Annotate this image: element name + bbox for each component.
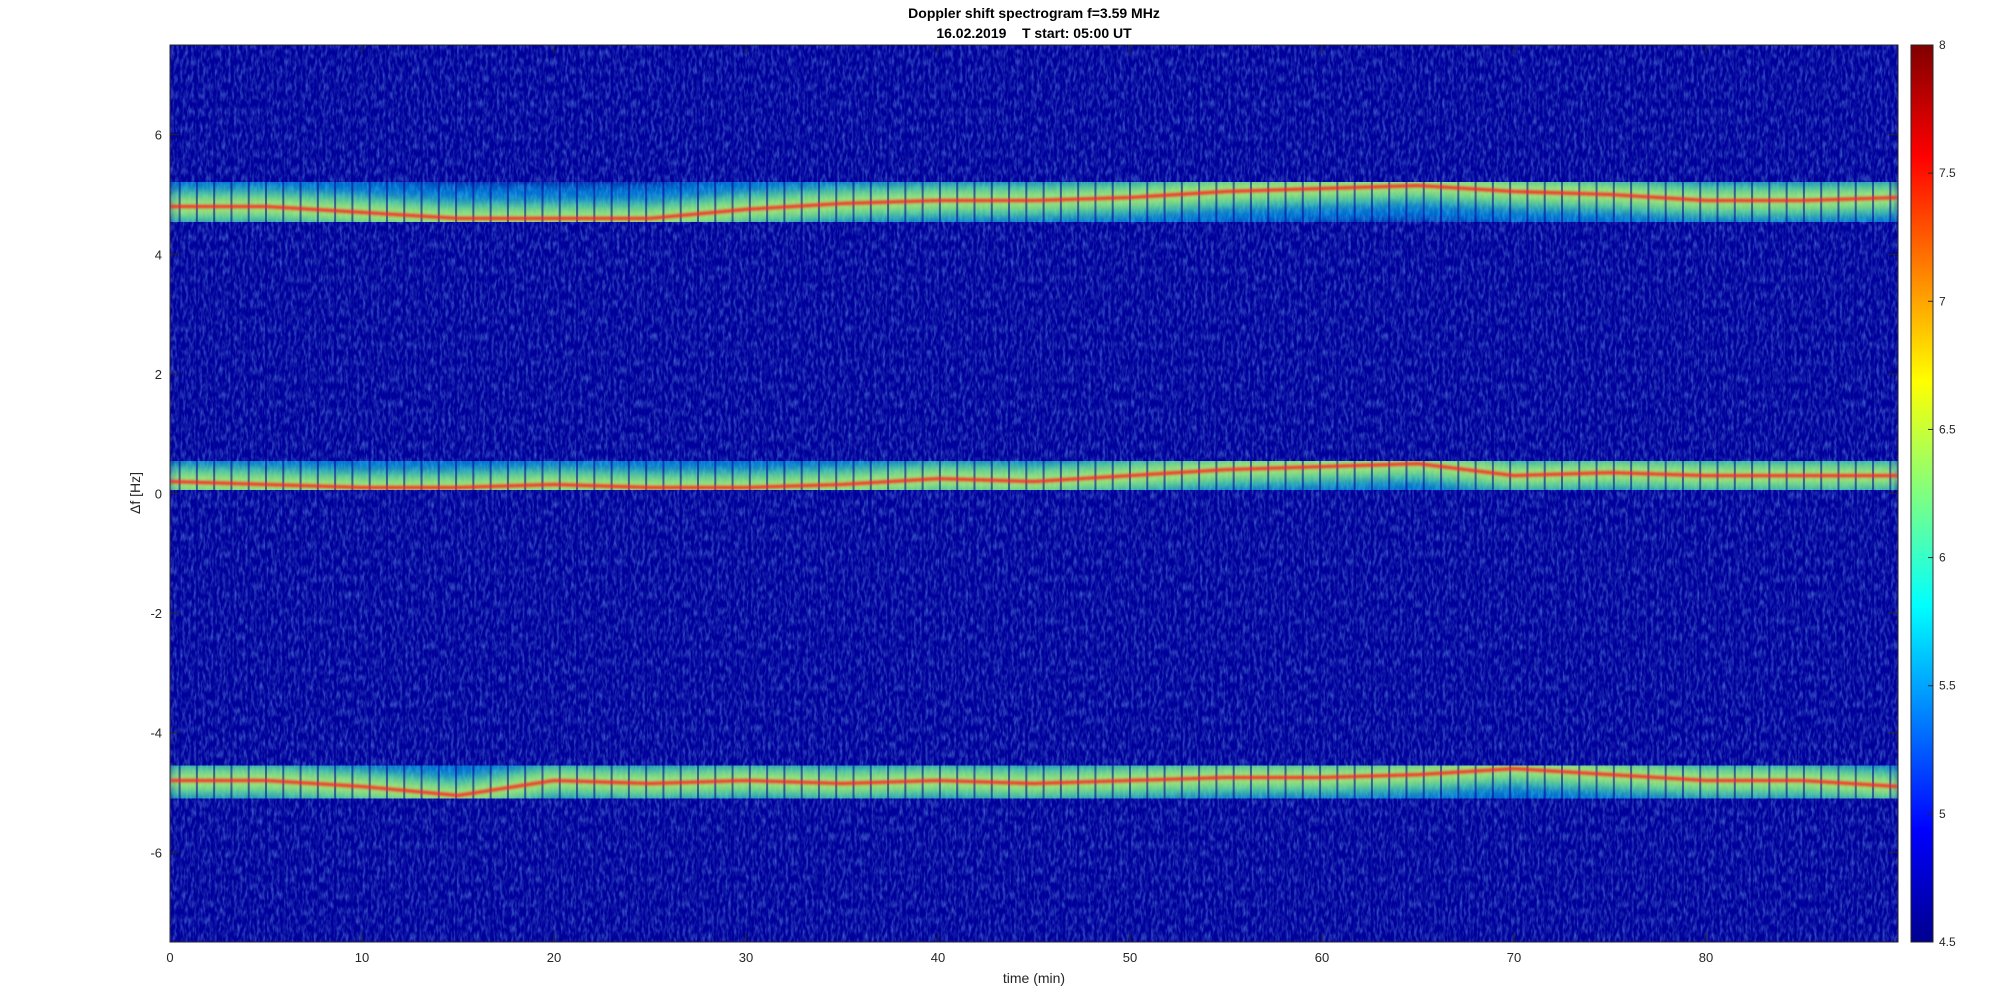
y-axis-label: Δf [Hz] [127, 472, 143, 514]
x-tick-label: 20 [547, 950, 561, 965]
colorbar-tick-label: 5 [1939, 807, 1946, 821]
plot-area [170, 45, 1898, 942]
chart-title: Doppler shift spectrogram f=3.59 MHz [908, 5, 1160, 21]
y-tick-label: 6 [155, 128, 162, 143]
y-tick-label: -2 [150, 606, 162, 621]
colorbar-tick-label: 8 [1939, 38, 1946, 52]
x-tick-label: 80 [1699, 950, 1713, 965]
colorbar-tick-label: 7.5 [1939, 166, 1956, 180]
colorbar-tick-label: 5.5 [1939, 679, 1956, 693]
x-axis-label: time (min) [1003, 970, 1065, 986]
chart-subtitle: 16.02.2019 T start: 05:00 UT [936, 25, 1132, 41]
colorbar-gradient [1910, 44, 1934, 943]
colorbar-tick-label: 6 [1939, 551, 1946, 565]
x-tick-label: 40 [931, 950, 945, 965]
y-tick-label: -4 [150, 726, 162, 741]
x-tick-label: 0 [166, 950, 173, 965]
colorbar-tick-label: 7 [1939, 294, 1946, 308]
colorbar-tick-label: 4.5 [1939, 935, 1956, 949]
y-tick-label: 0 [155, 487, 162, 502]
colorbar-tick-label: 6.5 [1939, 422, 1956, 436]
x-tick-label: 70 [1507, 950, 1521, 965]
colorbar: 8 7.5 7 6.5 6 5.5 5 4.5 [1910, 38, 1956, 949]
y-tick-label: 4 [155, 247, 162, 262]
x-tick-label: 50 [1123, 950, 1137, 965]
y-tick-label: 2 [155, 367, 162, 382]
x-tick-label: 60 [1315, 950, 1329, 965]
y-tick-label: -6 [150, 845, 162, 860]
x-tick-label: 30 [739, 950, 753, 965]
x-tick-label: 10 [355, 950, 369, 965]
spectrogram-figure: Doppler shift spectrogram f=3.59 MHz 16.… [127, 5, 1956, 986]
